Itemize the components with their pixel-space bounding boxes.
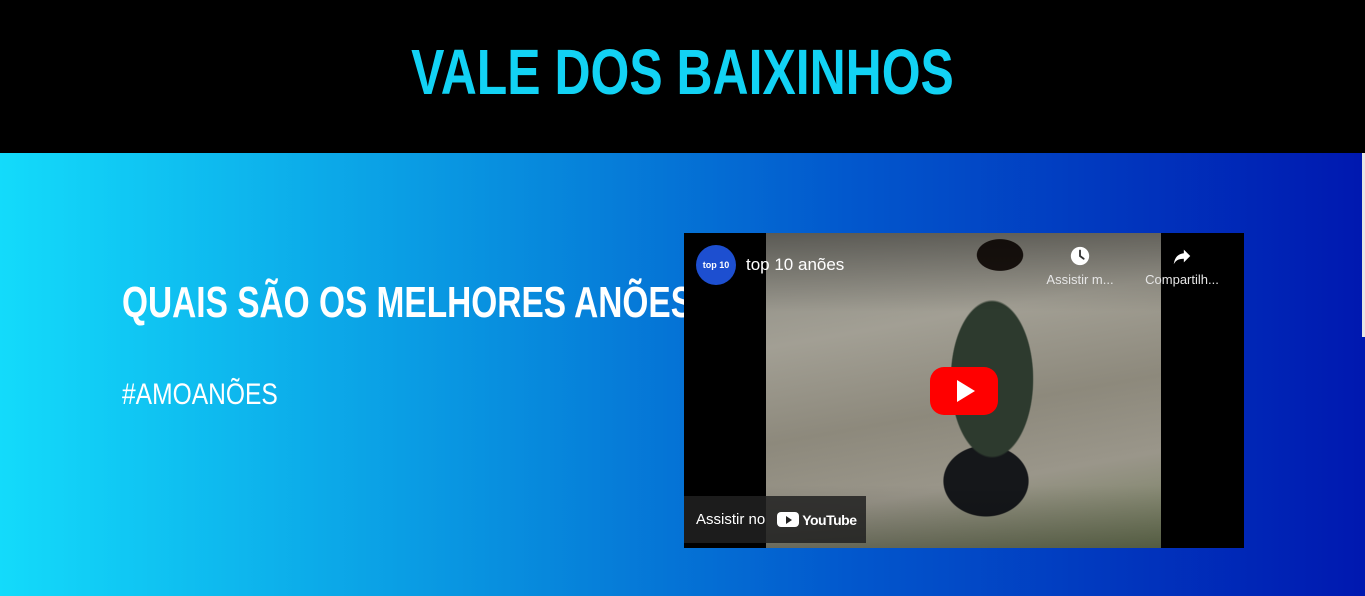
hero-headline: QUAIS SÃO OS MELHORES ANÕES? [122, 278, 714, 327]
video-title-link[interactable]: top 10 anões [746, 253, 844, 277]
hero-hashtag: #AMOANÕES [122, 378, 278, 411]
share-arrow-icon [1140, 245, 1224, 271]
clock-icon [1038, 245, 1122, 271]
watch-later-button[interactable]: Assistir m... [1038, 245, 1122, 289]
youtube-wordmark: YouTube [802, 511, 857, 528]
play-button[interactable] [930, 367, 998, 415]
watch-on-label: Assistir no [696, 511, 766, 528]
share-button[interactable]: Compartilh... [1140, 245, 1224, 289]
hero-section: QUAIS SÃO OS MELHORES ANÕES? #AMOANÕES t… [0, 153, 1365, 596]
site-header: VALE DOS BAIXINHOS [0, 0, 1365, 153]
watch-later-label: Assistir m... [1046, 272, 1114, 287]
youtube-logo: YouTube [777, 511, 857, 528]
share-label: Compartilh... [1145, 272, 1219, 287]
youtube-embed[interactable]: top 10 top 10 anões Assistir m... Compar… [684, 233, 1244, 548]
play-icon [957, 380, 975, 402]
channel-avatar[interactable]: top 10 [696, 245, 736, 285]
site-title: VALE DOS BAIXINHOS [411, 36, 954, 108]
watch-on-youtube-button[interactable]: Assistir no YouTube [684, 496, 866, 543]
youtube-logo-icon [777, 512, 800, 527]
